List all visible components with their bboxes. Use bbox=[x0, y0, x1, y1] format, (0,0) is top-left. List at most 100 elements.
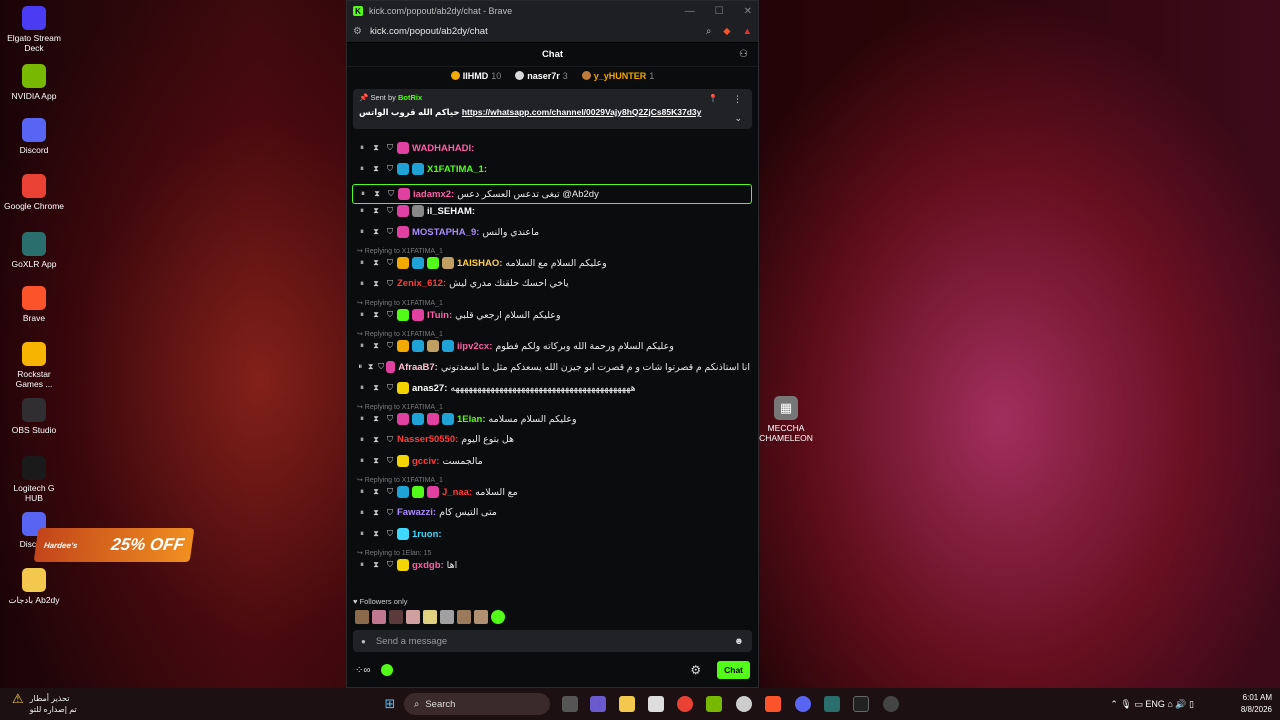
maximize-icon[interactable]: ☐ bbox=[715, 6, 724, 17]
address-bar[interactable]: ⚙ kick.com/popout/ab2dy/chat ⌕ ◆ ▲ bbox=[347, 21, 758, 43]
ban-shield-icon[interactable]: ⛉ bbox=[383, 529, 397, 539]
emote-icon[interactable] bbox=[440, 610, 454, 624]
weather-widget[interactable]: ⚠ تحذير أمطار تم إصداره للتو bbox=[12, 692, 77, 715]
pinned-message[interactable]: 📌 Sent by BotRix حياكم الله قروب الواتس … bbox=[353, 89, 752, 129]
system-tray[interactable]: ⌃ 🎙 ▭ ENG ⌂ 🔊 ▯ 6:01 AM 8/8/2026 bbox=[1110, 692, 1272, 716]
reply-context[interactable]: ↪ Replying to X1FATIMA_1 bbox=[357, 403, 443, 411]
chat-username[interactable]: iadamx2: bbox=[413, 189, 454, 200]
chat-username[interactable]: MOSTAPHA_9: bbox=[412, 227, 479, 238]
pin-message-icon[interactable]: ⏸ bbox=[355, 487, 369, 497]
pin-message-icon[interactable]: ⏸ bbox=[356, 189, 370, 199]
sender-name[interactable]: BotRix bbox=[398, 93, 422, 102]
chat-message[interactable]: ⏸ ⧗ ⛉ gxdgb: اها bbox=[355, 559, 750, 571]
pin-message-icon[interactable]: ⏸ bbox=[355, 206, 369, 216]
chat-message[interactable]: ⏸ ⧗ ⛉ WADHAHADI: bbox=[355, 142, 750, 154]
ban-shield-icon[interactable]: ⛉ bbox=[383, 341, 397, 351]
store-icon[interactable] bbox=[648, 696, 664, 712]
emoji-icon[interactable]: ☻ bbox=[734, 636, 744, 647]
reply-context[interactable]: ↪ Replying to X1FATIMA_1 bbox=[357, 247, 443, 255]
chat-username[interactable]: iipv2cx: bbox=[457, 341, 492, 352]
logitech-icon[interactable] bbox=[853, 696, 869, 712]
pin-message-icon[interactable]: ⏸ bbox=[355, 227, 369, 237]
message-input[interactable]: ● Send a message ☻ bbox=[353, 630, 752, 652]
chat-username[interactable]: il_SEHAM: bbox=[427, 206, 475, 217]
chat-message[interactable]: ⏸ ⧗ ⛉ ITuin: وعليكم السلام ارجعي قلبي bbox=[355, 309, 750, 321]
ban-shield-icon[interactable]: ⛉ bbox=[383, 560, 397, 570]
brave-rewards-icon[interactable]: ▲ bbox=[743, 26, 752, 37]
chat-username[interactable]: WADHAHADI: bbox=[412, 143, 474, 154]
ban-shield-icon[interactable]: ⛉ bbox=[376, 362, 386, 372]
chat-username[interactable]: 1ruon: bbox=[412, 529, 442, 540]
timeout-icon[interactable]: ⧗ bbox=[369, 456, 383, 466]
pinned-link[interactable]: https://whatsapp.com/channel/0029Vajy8hQ… bbox=[462, 107, 702, 117]
pin-message-icon[interactable]: ⏸ bbox=[355, 529, 369, 539]
chat-username[interactable]: Nasser50550: bbox=[397, 434, 458, 445]
chat-username[interactable]: AfraaB7: bbox=[398, 362, 438, 373]
chrome-icon[interactable] bbox=[677, 696, 693, 712]
ban-shield-icon[interactable]: ⛉ bbox=[383, 164, 397, 174]
chat-message[interactable]: ⏸ ⧗ ⛉ Fawazzi: متى التيس كام bbox=[355, 507, 750, 518]
desktop-icon[interactable]: Rockstar Games ... bbox=[4, 342, 64, 389]
reply-context[interactable]: ↪ Replying to X1FATIMA_1 bbox=[357, 476, 443, 484]
timeout-icon[interactable]: ⧗ bbox=[365, 362, 375, 372]
desktop-icon[interactable]: OBS Studio bbox=[4, 398, 64, 435]
chat-username[interactable]: Zenix_612: bbox=[397, 278, 446, 289]
nvidia-icon[interactable] bbox=[706, 696, 722, 712]
chat-username[interactable]: ITuin: bbox=[427, 310, 452, 321]
promo-banner[interactable]: Hardee's 25% OFF bbox=[33, 528, 195, 562]
ban-shield-icon[interactable]: ⛉ bbox=[383, 258, 397, 268]
desktop-icon[interactable]: بادجات Ab2dy bbox=[4, 568, 64, 605]
chat-message[interactable]: ⏸ ⧗ ⛉ AfraaB7: انا استاذنكم م قصرتوا شات و م… bbox=[355, 361, 750, 373]
emote-icon[interactable] bbox=[355, 610, 369, 624]
unpin-icon[interactable]: 📍 bbox=[708, 94, 718, 103]
emote-icon[interactable] bbox=[457, 610, 471, 624]
emote-icon[interactable] bbox=[406, 610, 420, 624]
minimize-icon[interactable]: — bbox=[685, 6, 695, 17]
close-icon[interactable]: ✕ bbox=[744, 6, 752, 17]
desktop-icon[interactable]: Google Chrome bbox=[4, 174, 64, 211]
chat-message[interactable]: ⏸ ⧗ ⛉ iadamx2: تبغى تدعس العسكر دعس @Ab2dy bbox=[352, 184, 752, 204]
obs-icon[interactable] bbox=[883, 696, 899, 712]
ban-shield-icon[interactable]: ⛉ bbox=[384, 189, 398, 199]
ban-shield-icon[interactable]: ⛉ bbox=[383, 279, 397, 289]
timeout-icon[interactable]: ⧗ bbox=[369, 310, 383, 320]
clock-date[interactable]: 8/8/2026 bbox=[1241, 705, 1272, 714]
url-text[interactable]: kick.com/popout/ab2dy/chat bbox=[370, 26, 488, 37]
start-icon[interactable]: ⊞ bbox=[382, 696, 398, 712]
discord-icon[interactable] bbox=[795, 696, 811, 712]
desktop-icon[interactable]: NVIDIA App bbox=[4, 64, 64, 101]
timeout-icon[interactable]: ⧗ bbox=[369, 227, 383, 237]
timeout-icon[interactable]: ⧗ bbox=[369, 279, 383, 289]
taskbar-search[interactable]: ⌕ Search bbox=[404, 693, 550, 715]
pin-message-icon[interactable]: ⏸ bbox=[355, 143, 369, 153]
pin-message-icon[interactable]: ⏸ bbox=[355, 456, 369, 466]
chevron-down-icon[interactable]: ⌄ bbox=[734, 113, 742, 124]
pin-message-icon[interactable]: ⏸ bbox=[355, 508, 369, 518]
ban-shield-icon[interactable]: ⛉ bbox=[383, 487, 397, 497]
chat-message[interactable]: ⏸ ⧗ ⛉ 1Elan: وعليكم السلام مسلامه bbox=[355, 413, 750, 425]
ban-shield-icon[interactable]: ⛉ bbox=[383, 383, 397, 393]
pin-message-icon[interactable]: ⏸ bbox=[355, 560, 369, 570]
timeout-icon[interactable]: ⧗ bbox=[369, 258, 383, 268]
ban-shield-icon[interactable]: ⛉ bbox=[383, 227, 397, 237]
chat-message[interactable]: ⏸ ⧗ ⛉ 1ruon: bbox=[355, 528, 750, 540]
pin-message-icon[interactable]: ⏸ bbox=[355, 435, 369, 445]
ban-shield-icon[interactable]: ⛉ bbox=[383, 456, 397, 466]
emote-icon[interactable] bbox=[372, 610, 386, 624]
chat-username[interactable]: anas27: bbox=[412, 383, 447, 394]
timeout-icon[interactable]: ⧗ bbox=[369, 560, 383, 570]
goxlr-icon[interactable] bbox=[824, 696, 840, 712]
timeout-icon[interactable]: ⧗ bbox=[369, 341, 383, 351]
ban-shield-icon[interactable]: ⛉ bbox=[383, 508, 397, 518]
reply-context[interactable]: ↪ Replying to X1FATIMA_1 bbox=[357, 330, 443, 338]
brave-icon[interactable] bbox=[765, 696, 781, 712]
chat-username[interactable]: 1AISHAO: bbox=[457, 258, 502, 269]
desktop-icon[interactable]: Logitech G HUB bbox=[4, 456, 64, 503]
zoom-icon[interactable]: ⌕ bbox=[706, 26, 711, 37]
desktop-icon[interactable]: Discord bbox=[4, 118, 64, 155]
pin-message-icon[interactable]: ⏸ bbox=[355, 341, 369, 351]
tray-icons[interactable]: ⌃ 🎙 ▭ ENG ⌂ 🔊 ▯ bbox=[1110, 698, 1194, 710]
chat-message[interactable]: ⏸ ⧗ ⛉ X1FATIMA_1: bbox=[355, 163, 750, 175]
ban-shield-icon[interactable]: ⛉ bbox=[383, 414, 397, 424]
chat-username[interactable]: Fawazzi: bbox=[397, 507, 436, 518]
